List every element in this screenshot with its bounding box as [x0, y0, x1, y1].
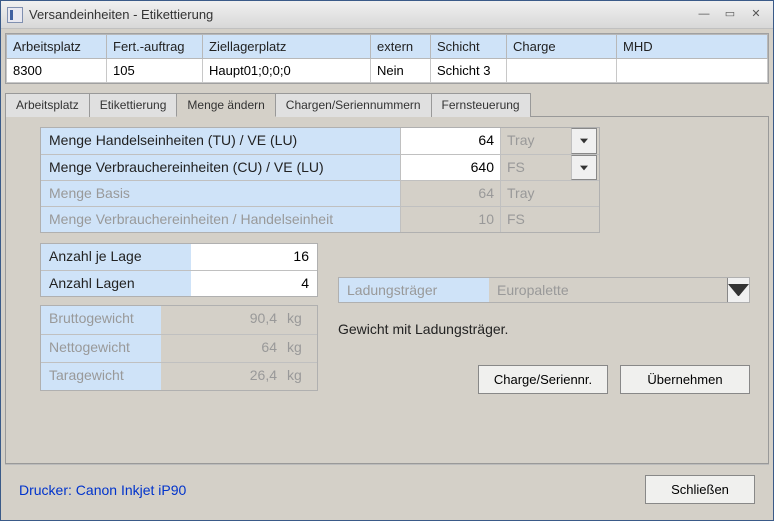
unit-net: kg [283, 335, 317, 362]
unit-tu: Tray [501, 128, 571, 154]
printer-name: Canon Inkjet iP90 [76, 482, 187, 498]
dropdown-tu-unit[interactable] [571, 128, 597, 154]
tab-strip: Arbeitsplatz Etikettierung Menge ändern … [5, 92, 769, 117]
window-title: Versandeinheiten - Etikettierung [29, 7, 693, 22]
value-base: 64 [401, 181, 501, 206]
unit-cu: FS [501, 155, 571, 180]
unit-base: Tray [501, 181, 571, 206]
row-tare: Taragewicht 26,4 kg [41, 362, 317, 390]
label-per-layer: Anzahl je Lage [41, 244, 191, 270]
dropdown-cu-unit[interactable] [571, 155, 597, 180]
row-gross: Bruttogewicht 90,4 kg [41, 306, 317, 334]
label-layers: Anzahl Lagen [41, 271, 191, 296]
content-area: Arbeitsplatz Fert.-auftrag Ziellagerplat… [1, 29, 773, 520]
col-charge: Charge [507, 35, 617, 59]
input-per-layer[interactable]: 16 [191, 244, 317, 270]
printer-status: Drucker: Canon Inkjet iP90 [19, 482, 645, 498]
table-row[interactable]: 8300 105 Haupt01;0;0;0 Nein Schicht 3 [7, 59, 768, 83]
label-cu-per-tu: Menge Verbrauchereinheiten / Handelseinh… [41, 207, 401, 232]
cell-ziellagerplatz: Haupt01;0;0;0 [203, 59, 371, 83]
row-base: Menge Basis 64 Tray [41, 180, 599, 206]
cell-schicht: Schicht 3 [431, 59, 507, 83]
col-mhd: MHD [617, 35, 768, 59]
input-cu[interactable]: 640 [401, 155, 501, 180]
input-layers[interactable]: 4 [191, 271, 317, 296]
cell-arbeitsplatz: 8300 [7, 59, 107, 83]
value-cu-per-tu: 10 [401, 207, 501, 232]
col-schicht: Schicht [431, 35, 507, 59]
input-tu[interactable]: 64 [401, 128, 501, 154]
label-base: Menge Basis [41, 181, 401, 206]
footer: Drucker: Canon Inkjet iP90 Schließen [5, 464, 769, 516]
cell-extern: Nein [371, 59, 431, 83]
unit-tare: kg [283, 363, 317, 390]
header-grid: Arbeitsplatz Fert.-auftrag Ziellagerplat… [5, 33, 769, 84]
label-cu: Menge Verbrauchereinheiten (CU) / VE (LU… [41, 155, 401, 180]
col-fertauftrag: Fert.-auftrag [107, 35, 203, 59]
close-window-button[interactable]: ✕ [745, 7, 767, 23]
unit-cu-per-tu: FS [501, 207, 571, 232]
label-tare: Taragewicht [41, 363, 161, 390]
minimize-button[interactable]: — [693, 7, 715, 23]
tab-chargen-seriennummern[interactable]: Chargen/Seriennummern [275, 93, 432, 117]
weight-note: Gewicht mit Ladungsträger. [338, 321, 750, 337]
carrier-row: Ladungsträger Europalette [338, 277, 750, 303]
col-arbeitsplatz: Arbeitsplatz [7, 35, 107, 59]
charge-serial-button[interactable]: Charge/Seriennr. [478, 365, 608, 394]
app-icon [7, 7, 23, 23]
value-net: 64 [161, 335, 283, 362]
value-gross: 90,4 [161, 306, 283, 334]
count-block: Anzahl je Lage 16 Anzahl Lagen 4 [40, 243, 318, 297]
value-carrier: Europalette [489, 278, 727, 302]
close-button[interactable]: Schließen [645, 475, 755, 504]
row-tu: Menge Handelseinheiten (TU) / VE (LU) 64… [41, 128, 599, 154]
tab-menge-aendern[interactable]: Menge ändern [176, 93, 275, 117]
right-column: Ladungsträger Europalette Gewicht mit La… [338, 243, 750, 394]
unit-gross: kg [283, 306, 317, 334]
row-net: Nettogewicht 64 kg [41, 334, 317, 362]
action-button-row: Charge/Seriennr. Übernehmen [338, 365, 750, 394]
weight-block: Bruttogewicht 90,4 kg Nettogewicht 64 kg… [40, 305, 318, 391]
label-gross: Bruttogewicht [41, 306, 161, 334]
cell-charge [507, 59, 617, 83]
titlebar: Versandeinheiten - Etikettierung — ▭ ✕ [1, 1, 773, 29]
tab-arbeitsplatz[interactable]: Arbeitsplatz [5, 93, 90, 117]
row-cu: Menge Verbrauchereinheiten (CU) / VE (LU… [41, 154, 599, 180]
col-ziellagerplatz: Ziellagerplatz [203, 35, 371, 59]
cell-mhd [617, 59, 768, 83]
lower-area: Anzahl je Lage 16 Anzahl Lagen 4 Bruttog… [40, 243, 750, 394]
row-per-layer: Anzahl je Lage 16 [41, 244, 317, 270]
dropdown-carrier[interactable] [727, 278, 749, 302]
apply-button[interactable]: Übernehmen [620, 365, 750, 394]
label-tu: Menge Handelseinheiten (TU) / VE (LU) [41, 128, 401, 154]
col-extern: extern [371, 35, 431, 59]
tab-panel: Menge Handelseinheiten (TU) / VE (LU) 64… [5, 117, 769, 464]
quantity-block: Menge Handelseinheiten (TU) / VE (LU) 64… [40, 127, 600, 233]
row-cu-per-tu: Menge Verbrauchereinheiten / Handelseinh… [41, 206, 599, 232]
app-window: Versandeinheiten - Etikettierung — ▭ ✕ A… [0, 0, 774, 521]
label-net: Nettogewicht [41, 335, 161, 362]
tab-etikettierung[interactable]: Etikettierung [89, 93, 178, 117]
row-layers: Anzahl Lagen 4 [41, 270, 317, 296]
value-tare: 26,4 [161, 363, 283, 390]
tab-fernsteuerung[interactable]: Fernsteuerung [431, 93, 531, 117]
left-column: Anzahl je Lage 16 Anzahl Lagen 4 Bruttog… [40, 243, 318, 394]
printer-prefix: Drucker: [19, 482, 76, 498]
cell-fertauftrag: 105 [107, 59, 203, 83]
maximize-button[interactable]: ▭ [719, 7, 741, 23]
label-carrier: Ladungsträger [339, 278, 489, 302]
